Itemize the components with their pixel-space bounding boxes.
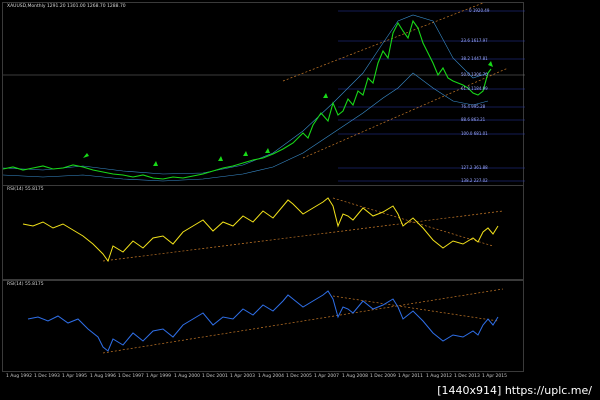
chart-window: XAUUSD,Monthly 1291.20 1301.00 1268.70 1… (0, 0, 600, 400)
xaxis-label: 1 Apr 2003 (230, 374, 255, 379)
xaxis-label: 1 Dec 1993 (34, 374, 60, 379)
fib-label-38: 38.2 1447.81 (461, 56, 488, 61)
xaxis-label: 1 Apr 2011 (398, 374, 423, 379)
price-pane[interactable]: XAUUSD,Monthly 1291.20 1301.00 1268.70 1… (2, 2, 525, 186)
rsi-pane-blue[interactable]: RSI(14) 55.8175 (2, 280, 524, 372)
xaxis-label: 1 Dec 2013 (454, 374, 480, 379)
xaxis-label: 1 Apr 2007 (314, 374, 339, 379)
rsi-pane-yellow[interactable]: RSI(14) 55.8175 (2, 185, 524, 280)
xaxis-label: 1 Dec 1997 (118, 374, 144, 379)
xaxis-label: 1 Dec 2009 (370, 374, 396, 379)
xaxis-label: 1 Aug 2000 (174, 374, 200, 379)
xaxis-label: 1 Apr 2015 (482, 374, 507, 379)
xaxis-label: 1 Apr 1999 (146, 374, 171, 379)
fib-label-127: 127.2 361.88 (461, 165, 488, 170)
xaxis-label: 1 Aug 2004 (258, 374, 284, 379)
fib-label-23: 23.6 1617.97 (461, 38, 488, 43)
fib-label-61: 61.8 1184.99 (461, 86, 488, 91)
xaxis-label: 1 Aug 2008 (342, 374, 368, 379)
fib-label-0: 0 1920.49 (469, 8, 490, 13)
fib-label-50: 50.0 1306.70 (461, 72, 488, 77)
price-chart (3, 3, 525, 182)
xaxis-label: 1 Aug 1996 (90, 374, 116, 379)
rsi-label-blue: RSI(14) 55.8175 (7, 282, 44, 287)
rsi-label-yellow: RSI(14) 55.8175 (7, 187, 44, 192)
xaxis-label: 1 Aug 1992 (6, 374, 32, 379)
watermark-text: [1440x914] https://uplc.me/ (435, 384, 594, 397)
xaxis-label: 1 Aug 2012 (426, 374, 452, 379)
fib-label-76: 76.4 995.28 (461, 104, 486, 109)
fib-label-88: 88.6 863.21 (461, 117, 486, 122)
xaxis-label: 1 Dec 2005 (286, 374, 312, 379)
rsi-chart-blue (27, 288, 504, 354)
time-axis: 1 Aug 1992 1 Dec 1993 1 Apr 1995 1 Aug 1… (2, 372, 524, 384)
xaxis-label: 1 Dec 2001 (202, 374, 228, 379)
fib-label-138: 138.2 227.02 (461, 178, 488, 183)
fib-label-100: 100.0 681.01 (461, 131, 488, 136)
xaxis-label: 1 Apr 1995 (62, 374, 87, 379)
rsi-chart-yellow (22, 197, 504, 263)
price-pane-label: XAUUSD,Monthly 1291.20 1301.00 1268.70 1… (7, 4, 126, 9)
